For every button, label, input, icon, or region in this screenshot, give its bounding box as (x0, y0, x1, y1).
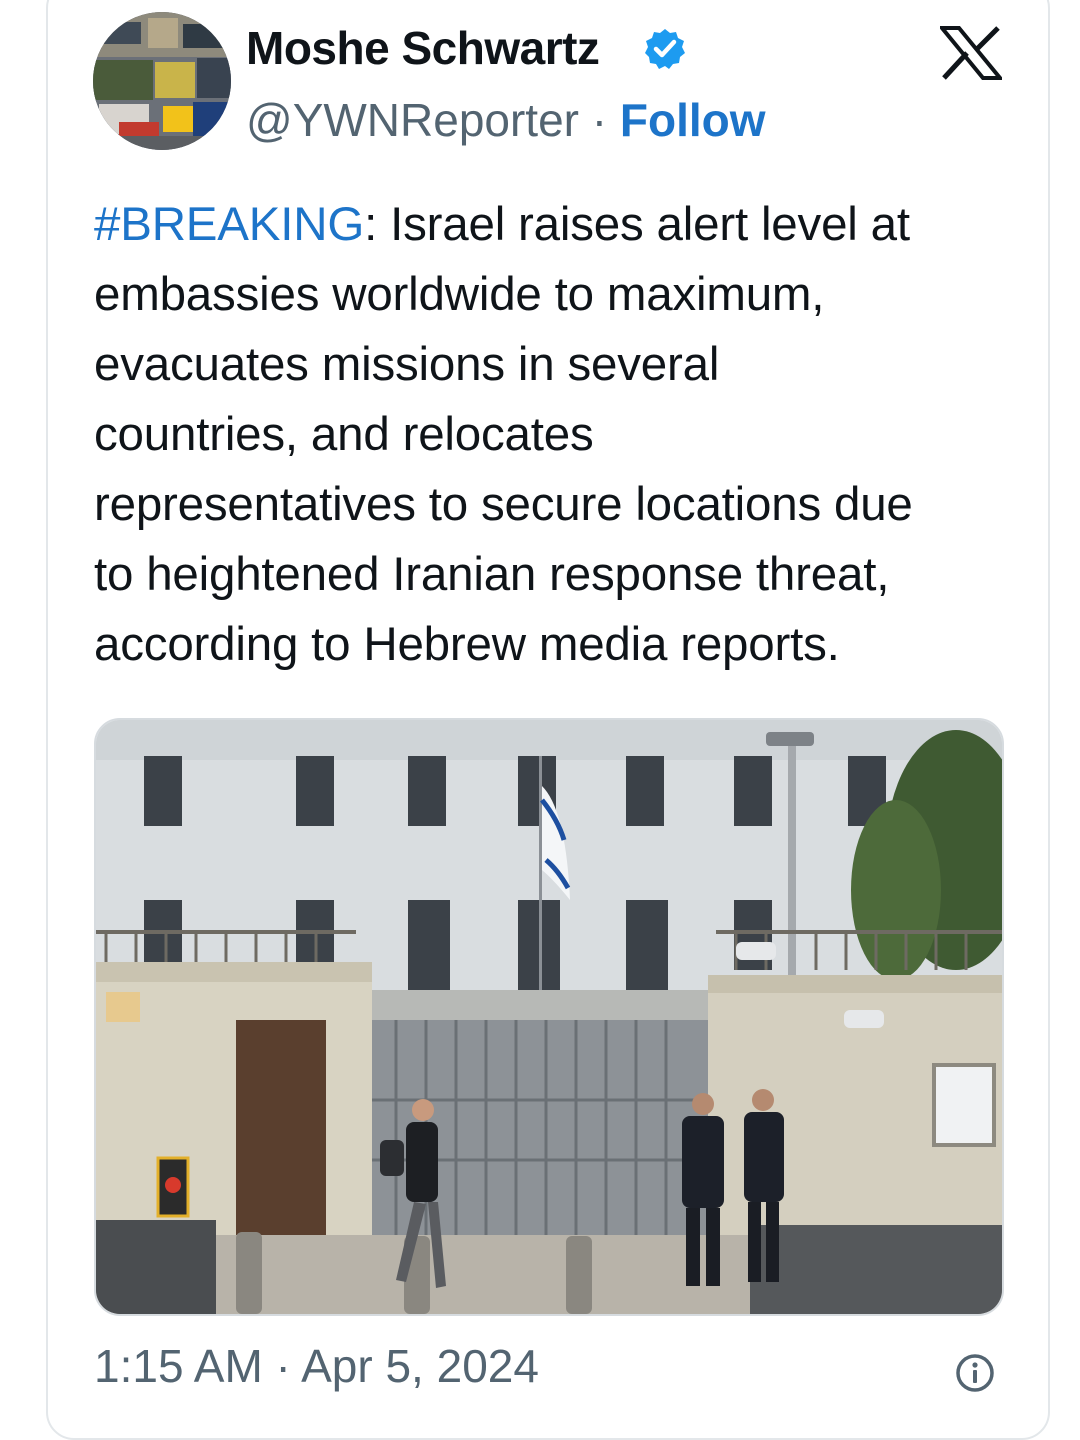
author-handle[interactable]: @YWNReporter (246, 94, 579, 146)
verified-badge-icon (643, 27, 687, 71)
tweet-media-photo[interactable] (94, 718, 1004, 1316)
author-name[interactable]: Moshe Schwartz (246, 20, 600, 76)
tweet-timestamp[interactable]: 1:15 AM · Apr 5, 2024 (94, 1338, 539, 1394)
handle-separator: · (591, 94, 620, 146)
handle-row: @YWNReporter · Follow (246, 92, 766, 148)
tweet-line-1-text: : Israel raises alert level at (364, 198, 910, 251)
tweet-line-7: according to Hebrew media reports. (94, 618, 840, 671)
tweet-line-6: to heightened Iranian response threat, (94, 548, 890, 601)
tweet-line-2: embassies worldwide to maximum, (94, 268, 825, 321)
tweet-line-4: countries, and relocates (94, 408, 594, 461)
tweet-line-5: representatives to secure locations due (94, 478, 913, 531)
x-logo-icon[interactable] (937, 26, 1005, 80)
hashtag-link[interactable]: #BREAKING (94, 198, 364, 251)
tweet-line-3: evacuates missions in several (94, 338, 720, 391)
info-icon[interactable] (955, 1353, 995, 1393)
profile-avatar[interactable] (93, 12, 231, 150)
follow-button[interactable]: Follow (620, 94, 766, 146)
tweet-line-1: #BREAKING: Israel raises alert level at (94, 190, 1024, 260)
tweet-text: #BREAKING: Israel raises alert level at … (94, 190, 1024, 680)
